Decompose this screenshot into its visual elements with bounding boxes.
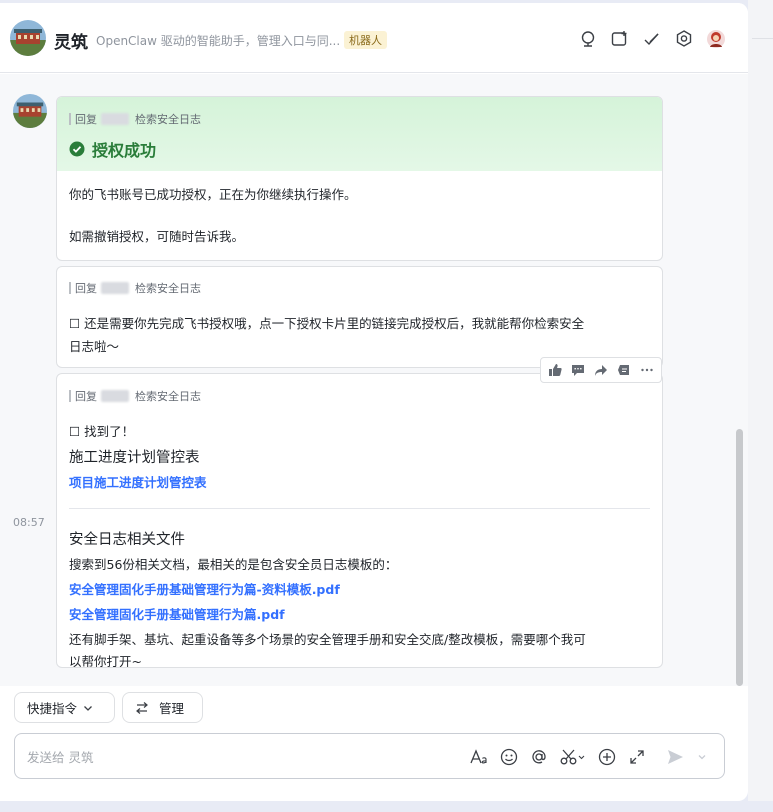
card-text: 如需撤销授权，可随时告诉我。: [69, 229, 245, 244]
reply-prefix: 回复: [75, 113, 97, 126]
search-icon[interactable]: [578, 29, 598, 49]
message-input[interactable]: [27, 747, 447, 767]
auth-title-text: 授权成功: [92, 141, 157, 160]
add-icon[interactable]: [597, 747, 617, 767]
screenshot-icon[interactable]: [559, 747, 587, 767]
todo-check-icon[interactable]: [642, 29, 662, 49]
window-backdrop: [0, 801, 773, 812]
reply-prefix: 回复: [75, 390, 97, 403]
divider: [69, 508, 650, 509]
pdf-link[interactable]: 安全管理固化手册基础管理行为篇.pdf: [69, 604, 650, 623]
section-title: 安全日志相关文件: [69, 532, 185, 548]
found-text: ☐ 找到了！: [69, 424, 135, 439]
card-header: 回复 检索安全日志 授权成功: [57, 97, 662, 171]
bot-badge: 机器人: [344, 31, 387, 49]
message-actions-toolbar: [540, 357, 662, 383]
doc-link[interactable]: 项目施工进度计划管控表: [69, 472, 650, 491]
expand-icon[interactable]: [627, 747, 647, 767]
footer-text: 还有脚手架、基坑、起重设备等多个场景的安全管理手册和安全交底/整改模板，需要哪个…: [69, 629, 650, 668]
thumbs-up-icon[interactable]: [546, 361, 564, 379]
mention-icon[interactable]: [529, 747, 549, 767]
user-avatar-icon[interactable]: [706, 29, 726, 49]
check-circle-icon: [69, 141, 85, 157]
chevron-down-icon: [84, 705, 92, 711]
emoji-icon[interactable]: [499, 747, 519, 767]
add-chat-icon[interactable]: [610, 29, 630, 49]
message-list[interactable]: 回复 检索安全日志 授权成功 你的飞书账号已成功授权，正在为你继续执行操作。 如…: [0, 74, 748, 686]
quick-command-label: 快捷指令: [27, 701, 78, 716]
text-format-icon[interactable]: [469, 747, 489, 767]
redacted-name: [101, 390, 129, 402]
right-edge-panel: [748, 0, 773, 812]
send-icon[interactable]: [665, 747, 685, 767]
auth-reminder-card: 回复 检索安全日志 ☐ 还是需要你先完成飞书授权哦，点一下授权卡片里的链接完成授…: [56, 266, 663, 368]
reply-subject: 检索安全日志: [135, 282, 201, 295]
message-composer: [14, 733, 725, 779]
settings-icon[interactable]: [674, 29, 694, 49]
footer-line: 以帮你打开~: [69, 653, 142, 668]
chat-header: 灵筑 OpenClaw 驱动的智能助手，管理入口与同... 机器人: [0, 3, 748, 73]
chat-window: 灵筑 OpenClaw 驱动的智能助手，管理入口与同... 机器人 回复 检索安…: [0, 3, 748, 801]
search-result-card: 回复 检索安全日志 ☐ 找到了！ 施工进度计划管控表 项目施工进度计划管控表 安…: [56, 373, 663, 668]
reply-subject: 检索安全日志: [135, 390, 201, 403]
card-text: 你的飞书账号已成功授权，正在为你继续执行操作。: [69, 187, 357, 202]
pdf-link[interactable]: 安全管理固化手册基础管理行为篇-资料模板.pdf: [69, 579, 650, 598]
swap-icon: [136, 701, 148, 714]
footer-line: 还有脚手架、基坑、起重设备等多个场景的安全管理手册和安全交底/整改模板，需要哪个…: [69, 632, 586, 647]
auth-title: 授权成功: [69, 137, 650, 161]
message-text: 日志啦～: [69, 339, 120, 355]
comment-icon[interactable]: [569, 361, 587, 379]
reply-quote[interactable]: 回复 检索安全日志: [69, 111, 650, 127]
section-desc: 搜索到56份相关文档，最相关的是包含安全员日志模板的：: [69, 557, 398, 572]
manage-button[interactable]: 管理: [122, 692, 203, 723]
reply-quote[interactable]: 回复 检索安全日志: [69, 280, 650, 296]
quick-command-button[interactable]: 快捷指令: [14, 692, 115, 723]
auth-success-card: 回复 检索安全日志 授权成功 你的飞书账号已成功授权，正在为你继续执行操作。 如…: [56, 96, 663, 261]
redacted-name: [101, 113, 129, 125]
reply-icon[interactable]: [615, 361, 633, 379]
reply-subject: 检索安全日志: [135, 113, 201, 126]
forward-icon[interactable]: [592, 361, 610, 379]
chat-subtitle: OpenClaw 驱动的智能助手，管理入口与同...: [96, 34, 341, 48]
bot-message-avatar[interactable]: [13, 94, 47, 128]
bot-avatar[interactable]: [10, 20, 46, 56]
redacted-name: [101, 282, 129, 294]
chat-title: 灵筑: [54, 33, 88, 53]
message-time: 08:57: [13, 516, 45, 529]
send-options-chevron-icon[interactable]: [695, 747, 709, 767]
reply-quote[interactable]: 回复 检索安全日志: [69, 388, 650, 404]
scrollbar[interactable]: [736, 429, 743, 686]
message-text: ☐ 还是需要你先完成飞书授权哦，点一下授权卡片里的链接完成授权后，我就能帮你检索…: [69, 316, 585, 331]
reply-prefix: 回复: [75, 282, 97, 295]
section-title: 施工进度计划管控表: [69, 450, 200, 466]
more-icon[interactable]: [638, 361, 656, 379]
manage-label: 管理: [159, 701, 185, 716]
